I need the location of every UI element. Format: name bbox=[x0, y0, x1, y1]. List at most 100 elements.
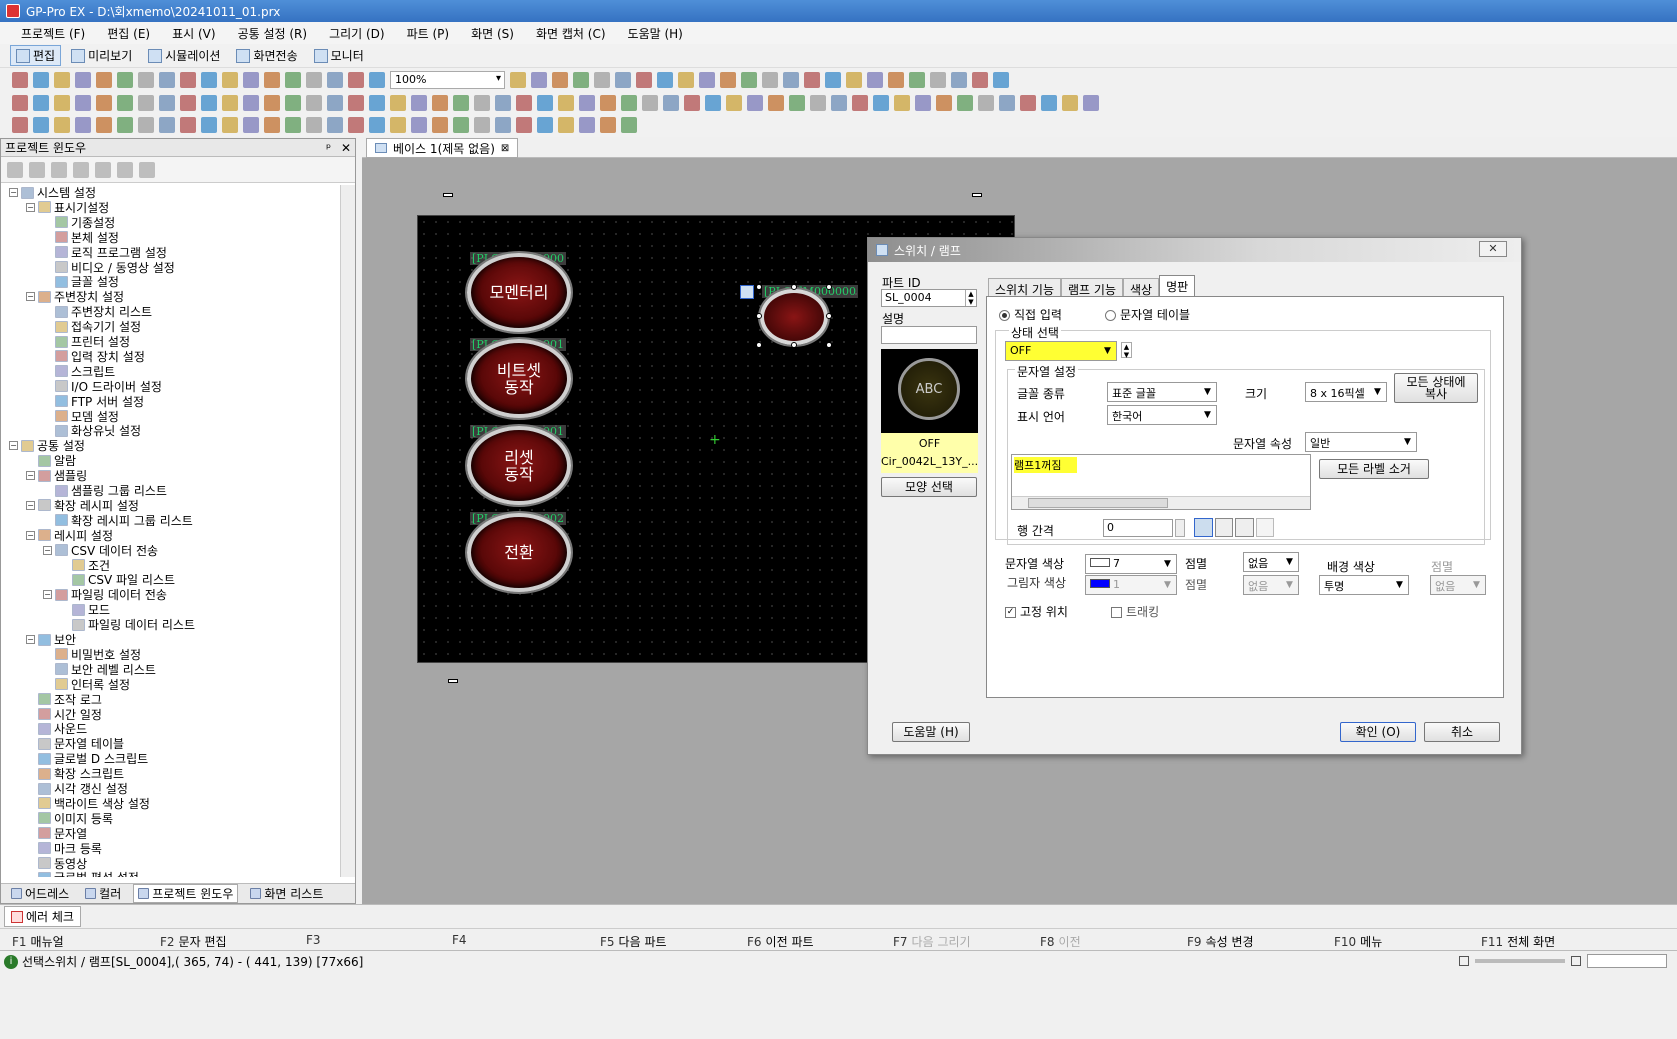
cancel-button[interactable]: 취소 bbox=[1424, 722, 1500, 742]
switch-part[interactable]: 모멘터리 bbox=[467, 253, 571, 332]
collapse-icon[interactable]: − bbox=[43, 545, 52, 555]
toolbar-icon[interactable] bbox=[936, 95, 952, 111]
toolbar-icon[interactable] bbox=[306, 72, 322, 88]
ok-button[interactable]: 확인 (O) bbox=[1340, 722, 1416, 742]
toolbar-icon[interactable] bbox=[159, 117, 175, 133]
toolbar-icon[interactable] bbox=[516, 117, 532, 133]
toolbar-icon[interactable] bbox=[327, 72, 343, 88]
tree-item[interactable]: 조건 bbox=[60, 558, 110, 573]
string-attr-select[interactable]: 일반 ▼ bbox=[1305, 432, 1417, 452]
project-toolbar-icon[interactable] bbox=[73, 161, 89, 178]
switch-part[interactable]: 전환 bbox=[467, 513, 571, 592]
size-select[interactable]: 8 x 16픽셀 ▼ bbox=[1305, 382, 1387, 402]
error-check-tab[interactable]: 에러 체크 bbox=[4, 906, 81, 927]
toolbar-icon[interactable] bbox=[1020, 95, 1036, 111]
tree-item[interactable]: 비밀번호 설정 bbox=[43, 647, 141, 662]
clear-all-labels-button[interactable]: 모든 라벨 소거 bbox=[1319, 459, 1429, 479]
dialog-tab[interactable]: 명판 bbox=[1159, 275, 1196, 296]
tracking-checkbox[interactable]: 트래킹 bbox=[1111, 603, 1159, 620]
blink-select[interactable]: 없음 ▼ bbox=[1243, 552, 1299, 572]
tree-item[interactable]: − 주변장치 설정 bbox=[26, 289, 124, 304]
tree-item[interactable]: 백라이트 색상 설정 bbox=[26, 796, 150, 811]
toolbar-icon[interactable] bbox=[201, 95, 217, 111]
toolbar-icon[interactable] bbox=[726, 95, 742, 111]
radio-direct-input[interactable]: 직접 입력 bbox=[999, 306, 1062, 323]
project-tab[interactable]: 어드레스 bbox=[7, 885, 73, 902]
help-button[interactable]: 도움말 (H) bbox=[892, 722, 970, 742]
resize-handle[interactable] bbox=[448, 679, 458, 683]
tree-item[interactable]: 기종설정 bbox=[43, 215, 115, 230]
toolbar-icon[interactable] bbox=[411, 95, 427, 111]
radio-string-table[interactable]: 문자열 테이블 bbox=[1105, 306, 1190, 323]
toolbar-icon[interactable] bbox=[558, 117, 574, 133]
close-tab-icon[interactable]: ⊠ bbox=[501, 143, 509, 154]
function-key[interactable]: F7 다음 그리기 bbox=[893, 933, 971, 950]
menu-item[interactable]: 프로젝트 (F) bbox=[10, 25, 96, 42]
toolbar-icon[interactable] bbox=[369, 72, 385, 88]
toolbar-icon[interactable] bbox=[306, 95, 322, 111]
menu-item[interactable]: 그리기 (D) bbox=[318, 25, 396, 42]
toolbar-icon[interactable] bbox=[621, 117, 637, 133]
tree-item[interactable]: 확장 스크립트 bbox=[26, 766, 124, 781]
toolbar-icon[interactable] bbox=[390, 117, 406, 133]
function-key[interactable]: F2 문자 편집 bbox=[160, 933, 227, 950]
toolbar-icon[interactable] bbox=[705, 95, 721, 111]
menu-item[interactable]: 편집 (E) bbox=[96, 25, 161, 42]
toolbar-icon[interactable] bbox=[678, 72, 694, 88]
toolbar-icon[interactable] bbox=[552, 72, 568, 88]
selection-handle[interactable] bbox=[826, 342, 832, 348]
collapse-icon[interactable]: − bbox=[9, 441, 18, 451]
toolbar-icon[interactable] bbox=[201, 72, 217, 88]
project-toolbar-icon[interactable] bbox=[51, 161, 67, 178]
toolbar-icon[interactable] bbox=[510, 72, 526, 88]
menu-item[interactable]: 표시 (V) bbox=[161, 25, 226, 42]
tree-item[interactable]: 인터록 설정 bbox=[43, 677, 130, 692]
project-toolbar-icon[interactable] bbox=[29, 161, 45, 178]
collapse-icon[interactable]: − bbox=[26, 471, 35, 481]
tree-item[interactable]: − 보안 bbox=[26, 632, 76, 647]
tree-item[interactable]: 동영상 bbox=[26, 856, 87, 871]
fixed-position-checkbox[interactable]: ✓ 고정 위치 bbox=[1005, 603, 1068, 620]
selection-handle[interactable] bbox=[756, 313, 762, 319]
scroll-thumb[interactable] bbox=[1028, 498, 1168, 508]
toolbar-icon[interactable] bbox=[264, 72, 280, 88]
toolbar-icon[interactable] bbox=[1062, 95, 1078, 111]
align-left-icon[interactable] bbox=[1194, 518, 1213, 537]
toolbar-icon[interactable] bbox=[222, 95, 238, 111]
tree-item[interactable]: 사운드 bbox=[26, 721, 87, 736]
selection-handle[interactable] bbox=[826, 284, 832, 290]
tree-item[interactable]: 접속기기 설정 bbox=[43, 319, 141, 334]
blink2-select[interactable]: 없음 ▼ bbox=[1243, 575, 1299, 595]
toolbar-icon[interactable] bbox=[33, 95, 49, 111]
toolbar-icon[interactable] bbox=[243, 117, 259, 133]
toolbar-icon[interactable] bbox=[222, 72, 238, 88]
selection-handle[interactable] bbox=[756, 284, 762, 290]
tree-item[interactable]: I/O 드라이버 설정 bbox=[43, 379, 162, 394]
project-tab[interactable]: 프로젝트 윈도우 bbox=[133, 884, 239, 903]
toolbar-icon[interactable] bbox=[888, 72, 904, 88]
tree-item[interactable]: 문자열 bbox=[26, 826, 87, 841]
align-right-icon[interactable] bbox=[1235, 518, 1254, 537]
toolbar-icon[interactable] bbox=[894, 95, 910, 111]
function-key[interactable]: F9 속성 변경 bbox=[1187, 933, 1254, 950]
tree-item[interactable]: − 확장 레시피 설정 bbox=[26, 498, 139, 513]
toolbar-icon[interactable] bbox=[96, 95, 112, 111]
selection-handle[interactable] bbox=[791, 284, 797, 290]
toolbar-icon[interactable] bbox=[846, 72, 862, 88]
toolbar-icon[interactable] bbox=[993, 72, 1009, 88]
project-toolbar-icon[interactable] bbox=[7, 161, 23, 178]
part-id-spinner[interactable]: ▲ ▼ bbox=[965, 290, 976, 306]
collapse-icon[interactable]: − bbox=[26, 635, 35, 644]
menu-item[interactable]: 화면 (S) bbox=[460, 25, 525, 42]
menu-item[interactable]: 공통 설정 (R) bbox=[227, 25, 319, 42]
lamp-part[interactable] bbox=[760, 289, 828, 345]
tree-item[interactable]: 글로벌 D 스크립트 bbox=[26, 751, 148, 766]
toolbar-icon[interactable] bbox=[957, 95, 973, 111]
function-key[interactable]: F5 다음 파트 bbox=[600, 933, 667, 950]
tree-item[interactable]: 확장 레시피 그룹 리스트 bbox=[43, 513, 193, 528]
toolbar-icon[interactable] bbox=[75, 72, 91, 88]
tree-item[interactable]: 입력 장치 설정 bbox=[43, 349, 145, 364]
tree-item[interactable]: − CSV 데이터 전송 bbox=[43, 543, 158, 558]
toolbar-icon[interactable] bbox=[789, 95, 805, 111]
toolbar-icon[interactable] bbox=[390, 95, 406, 111]
